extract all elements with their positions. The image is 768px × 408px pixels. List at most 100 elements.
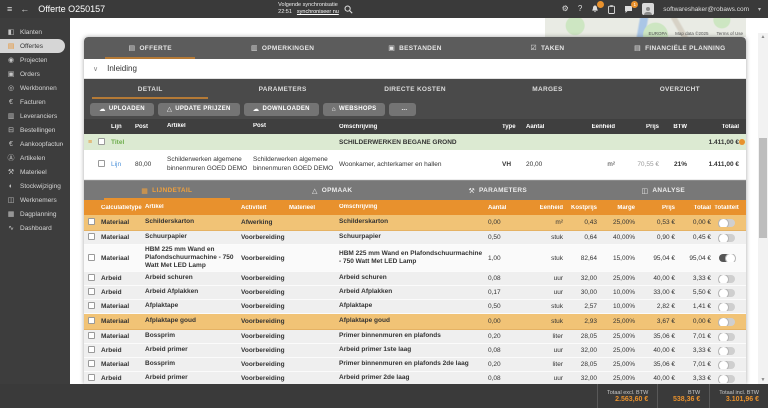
table-row[interactable]: Materiaal Schilderskarton Afwerking Schi… xyxy=(84,215,746,231)
cell-activiteit: Voorbereiding xyxy=(241,347,285,354)
table-row[interactable]: Materiaal Afplaktape goud Voorbereiding … xyxy=(84,314,746,330)
cell-artikel: Bossprim xyxy=(145,360,175,368)
tab-parameters[interactable]: ⚒ PARAMETERS xyxy=(415,181,581,200)
tab-icon: ☑ xyxy=(530,45,537,52)
map-terms-link[interactable]: Terms of Use xyxy=(716,31,743,36)
table-row[interactable]: Arbeid Arbeid primer Voorbereiding Arbei… xyxy=(84,344,746,358)
drag-handle-icon[interactable]: ≡ xyxy=(88,139,98,146)
table-row[interactable]: Arbeid Arbeid primer Voorbereiding Arbei… xyxy=(84,372,746,384)
totaliteit-toggle[interactable] xyxy=(717,360,735,369)
tab-financiele-planning[interactable]: ▤ FINANCIËLE PLANNING xyxy=(614,37,746,59)
cell-aantal: 0,50 xyxy=(488,303,501,310)
totaliteit-toggle[interactable] xyxy=(717,374,735,383)
totaliteit-toggle[interactable] xyxy=(717,302,735,311)
webshops-button[interactable]: ⌂ WEBSHOPS xyxy=(322,102,386,116)
row-checkbox[interactable] xyxy=(88,233,95,240)
settings-icon[interactable]: ⚙ xyxy=(562,5,569,13)
sidebar-item-stockwijziging[interactable]: ◐ Stockwijziging xyxy=(0,179,70,193)
tab-opmerkingen[interactable]: ▥ OPMERKINGEN xyxy=(216,37,348,59)
row-checkbox[interactable] xyxy=(88,360,95,367)
table-row[interactable]: Materiaal Bossprim Voorbereiding Primer … xyxy=(84,358,746,372)
row-checkbox[interactable] xyxy=(98,160,105,167)
tab-opmaak[interactable]: △ OPMAAK xyxy=(250,181,416,200)
map-attribution: Map data ©2025 xyxy=(675,31,709,36)
totaliteit-toggle[interactable] xyxy=(717,288,735,297)
scroll-down-arrow-icon[interactable]: ▼ xyxy=(758,376,768,384)
totaliteit-toggle[interactable] xyxy=(717,274,735,283)
sidebar-item-leveranciers[interactable]: ▥ Leveranciers xyxy=(0,109,70,123)
subtab-overzicht[interactable]: OVERZICHT xyxy=(614,79,746,99)
downloaden-button[interactable]: ☁ DOWNLOADEN xyxy=(243,102,319,116)
row-checkbox[interactable] xyxy=(88,302,95,309)
more-button[interactable]: ... xyxy=(389,102,417,116)
sidebar-item-klanten[interactable]: ◧ Klanten xyxy=(0,25,70,39)
subtab-detail[interactable]: DETAIL xyxy=(84,79,216,99)
cell-omschrijving: Arbeid primer 2de laag xyxy=(339,374,410,382)
avatar[interactable] xyxy=(642,3,655,15)
search-icon[interactable] xyxy=(344,5,353,14)
totaliteit-toggle[interactable] xyxy=(717,346,735,355)
sidebar-item-artikelen[interactable]: Ⓐ Artikelen xyxy=(0,151,70,165)
sidebar-item-dashboard[interactable]: ∿ Dashboard xyxy=(0,221,70,235)
table-row-lijn[interactable]: Lijn 80,00 Schilderwerken algemene binne… xyxy=(84,150,746,180)
table-row[interactable]: Materiaal HBM 225 mm Wand en Plafondschu… xyxy=(84,245,746,272)
row-checkbox[interactable] xyxy=(88,332,95,339)
totaliteit-toggle[interactable] xyxy=(717,317,735,326)
account-dropdown-caret-icon[interactable]: ▾ xyxy=(758,6,761,13)
tab-analyse[interactable]: ◫ ANALYSE xyxy=(581,181,747,200)
tab-bestanden[interactable]: ▣ BESTANDEN xyxy=(349,37,481,59)
sidebar-item-werkbonnen[interactable]: ◎ Werkbonnen xyxy=(0,81,70,95)
totaliteit-toggle[interactable] xyxy=(718,254,736,262)
sidebar-item-bestellingen[interactable]: ⊟ Bestellingen xyxy=(0,123,70,137)
vertical-scrollbar[interactable]: ▲ ▼ xyxy=(758,33,768,384)
totaliteit-toggle[interactable] xyxy=(717,218,735,227)
chevron-down-icon[interactable]: ∨ xyxy=(93,65,98,73)
totaliteit-toggle[interactable] xyxy=(717,233,735,242)
tab-offerte[interactable]: ▤ OFFERTE xyxy=(84,37,216,59)
sync-now-link[interactable]: synchroniseer nu xyxy=(297,9,339,16)
chat-icon[interactable]: 1 xyxy=(624,0,639,14)
table-row[interactable]: Materiaal Schuurpapier Voorbereiding Sch… xyxy=(84,231,746,245)
row-checkbox[interactable] xyxy=(88,274,95,281)
table-row[interactable]: Arbeid Arbeid schuren Voorbereiding Arbe… xyxy=(84,272,746,286)
scrollbar-thumb[interactable] xyxy=(759,138,767,238)
table-row[interactable]: Materiaal Afplaktape Voorbereiding Afpla… xyxy=(84,300,746,314)
subtab-directe-kosten[interactable]: DIRECTE KOSTEN xyxy=(349,79,481,99)
inleiding-section-header[interactable]: ∨ Inleiding xyxy=(84,59,746,79)
row-checkbox[interactable] xyxy=(88,346,95,353)
row-checkbox[interactable] xyxy=(88,317,95,324)
scroll-up-arrow-icon[interactable]: ▲ xyxy=(758,33,768,41)
sync-status: Volgende synchronisatie 22:51 synchronis… xyxy=(278,2,339,16)
update-prijzen-button[interactable]: △ UPDATE PRIJZEN xyxy=(157,102,240,116)
row-marker-icon[interactable] xyxy=(739,139,745,145)
sidebar-item-dagplanning[interactable]: ▦ Dagplanning xyxy=(0,207,70,221)
notifications-icon[interactable] xyxy=(591,0,605,14)
help-icon[interactable]: ? xyxy=(578,5,582,13)
subtab-parameters[interactable]: PARAMETERS xyxy=(216,79,348,99)
sidebar-item-offertes[interactable]: ▤ Offertes xyxy=(0,39,65,53)
sidebar-item-projecten[interactable]: ◉ Projecten xyxy=(0,53,70,67)
sidebar-item-orders[interactable]: ▣ Orders xyxy=(0,67,70,81)
sidebar-item-aankoopfacturen[interactable]: € Aankoopfacturen xyxy=(0,137,70,151)
sidebar-item-werknemers[interactable]: ◫ Werknemers xyxy=(0,193,70,207)
row-checkbox[interactable] xyxy=(98,137,105,145)
tab-taken[interactable]: ☑ TAKEN xyxy=(481,37,613,59)
hamburger-menu-icon[interactable]: ≡ xyxy=(7,4,12,14)
sidebar-item-materieel[interactable]: ⚒ Materieel xyxy=(0,165,70,179)
row-checkbox[interactable] xyxy=(88,288,95,295)
table-row[interactable]: Materiaal Bossprim Voorbereiding Primer … xyxy=(84,330,746,344)
row-checkbox[interactable] xyxy=(88,374,95,381)
table-row[interactable]: Arbeid Arbeid Afplakken Voorbereiding Ar… xyxy=(84,286,746,300)
row-checkbox[interactable] xyxy=(88,218,95,225)
uploaden-button[interactable]: ☁ UPLOADEN xyxy=(90,102,154,116)
table-row-titel[interactable]: ≡ Titel SCHILDERWERKEN BEGANE GROND 1.41… xyxy=(84,134,746,150)
totaliteit-toggle[interactable] xyxy=(717,332,735,341)
cell-kostprijs: 32,00 xyxy=(580,375,597,382)
subtab-marges[interactable]: MARGES xyxy=(481,79,613,99)
account-email[interactable]: softwareshaker@robaws.com xyxy=(663,6,749,13)
sidebar-item-facturen[interactable]: € Facturen xyxy=(0,95,70,109)
tab-lijndetail[interactable]: ▦ LIJNDETAIL xyxy=(84,181,250,200)
clipboard-icon[interactable] xyxy=(608,4,616,14)
row-checkbox[interactable] xyxy=(88,253,95,261)
back-arrow-icon[interactable]: ← xyxy=(20,4,29,14)
